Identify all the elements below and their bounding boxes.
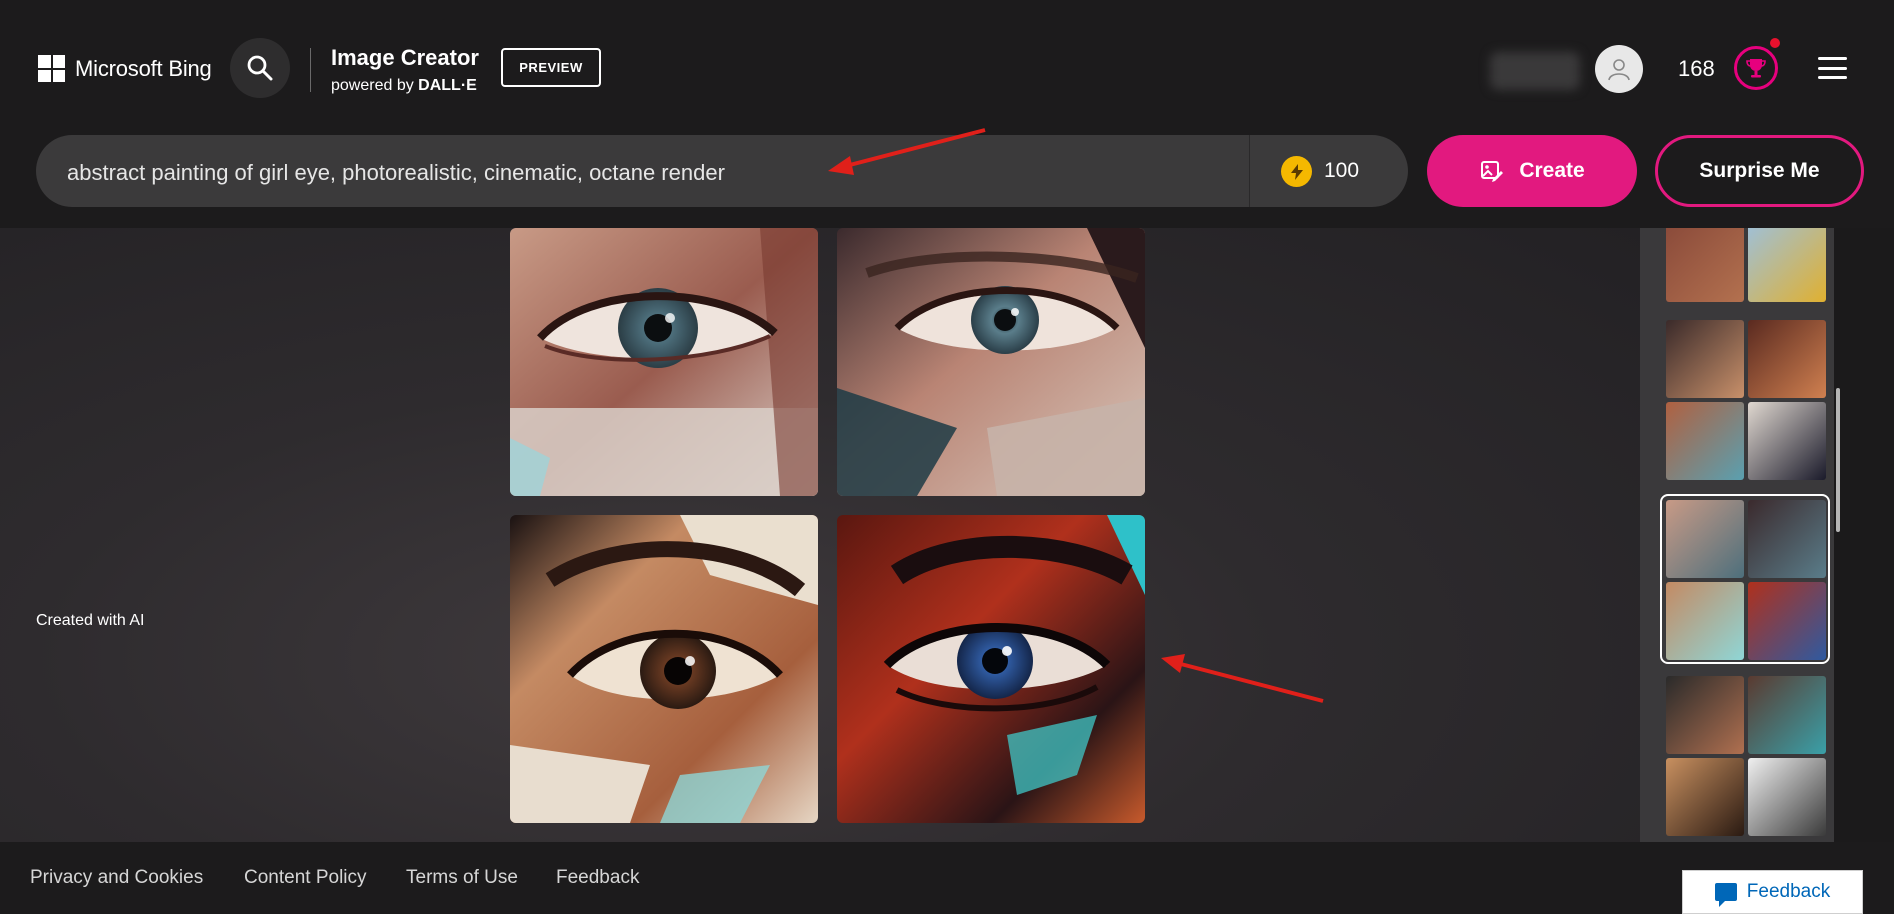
dalle-label: DALL·E <box>418 77 477 94</box>
prompt-text[interactable]: abstract painting of girl eye, photoreal… <box>67 160 725 186</box>
annotation-arrow-prompt <box>828 128 986 175</box>
search-button[interactable] <box>230 38 290 98</box>
microsoft-bing-logo[interactable]: Microsoft Bing <box>38 55 212 82</box>
create-button[interactable]: Create <box>1427 135 1637 207</box>
feedback-button-label: Feedback <box>1746 881 1831 902</box>
microsoft-logo-icon <box>38 55 65 82</box>
footer: Privacy and Cookies Content Policy Terms… <box>0 842 1894 914</box>
selected-creation-highlight <box>1660 494 1830 664</box>
bolt-icon <box>1281 156 1312 187</box>
recent-creation-1[interactable] <box>1666 228 1826 302</box>
eye-painting-1 <box>510 228 818 496</box>
generated-image-2[interactable] <box>837 228 1145 496</box>
footer-link-content-policy[interactable]: Content Policy <box>244 867 367 889</box>
eye-painting-2 <box>837 228 1145 496</box>
surprise-me-button[interactable]: Surprise Me <box>1655 135 1864 207</box>
sidebar-scrollbar[interactable] <box>1836 388 1840 532</box>
trophy-icon <box>1746 59 1766 78</box>
powered-by: powered by DALL·E <box>331 77 477 94</box>
preview-badge: PREVIEW <box>501 48 601 87</box>
generated-image-4[interactable] <box>837 515 1145 823</box>
eye-painting-3 <box>510 515 818 823</box>
footer-link-feedback[interactable]: Feedback <box>556 867 639 889</box>
username-blurred <box>1490 52 1580 90</box>
notification-dot <box>1770 38 1780 48</box>
header-divider <box>310 48 311 92</box>
footer-link-terms[interactable]: Terms of Use <box>406 867 518 889</box>
rewards-trophy-button[interactable] <box>1734 46 1778 90</box>
hamburger-menu-icon[interactable] <box>1818 57 1847 79</box>
avatar[interactable] <box>1595 45 1643 93</box>
prompt-input[interactable]: abstract painting of girl eye, photoreal… <box>36 135 1408 207</box>
app-title: Image Creator <box>331 45 479 70</box>
annotation-arrow-image <box>1161 654 1324 703</box>
generated-image-1[interactable] <box>510 228 818 496</box>
feedback-button[interactable]: Feedback <box>1682 870 1863 914</box>
image-results-area: Created with AI <box>0 228 1640 842</box>
header: Microsoft Bing Image Creator powered by … <box>0 0 1894 228</box>
prompt-divider <box>1249 135 1250 207</box>
footer-link-privacy[interactable]: Privacy and Cookies <box>30 867 203 889</box>
boost-count: 100 <box>1324 159 1360 182</box>
search-icon <box>247 55 273 81</box>
created-with-ai-label: Created with AI <box>36 612 145 629</box>
recent-creation-2[interactable] <box>1666 320 1826 480</box>
recent-creation-4[interactable] <box>1666 676 1826 836</box>
brand-label: Microsoft Bing <box>75 55 212 81</box>
eye-painting-4 <box>837 515 1145 823</box>
create-image-icon <box>1481 161 1504 182</box>
generated-image-3[interactable] <box>510 515 818 823</box>
create-label: Create <box>1519 159 1585 182</box>
user-icon <box>1608 59 1630 81</box>
rewards-points[interactable]: 168 <box>1678 56 1715 82</box>
feedback-icon <box>1714 883 1737 907</box>
